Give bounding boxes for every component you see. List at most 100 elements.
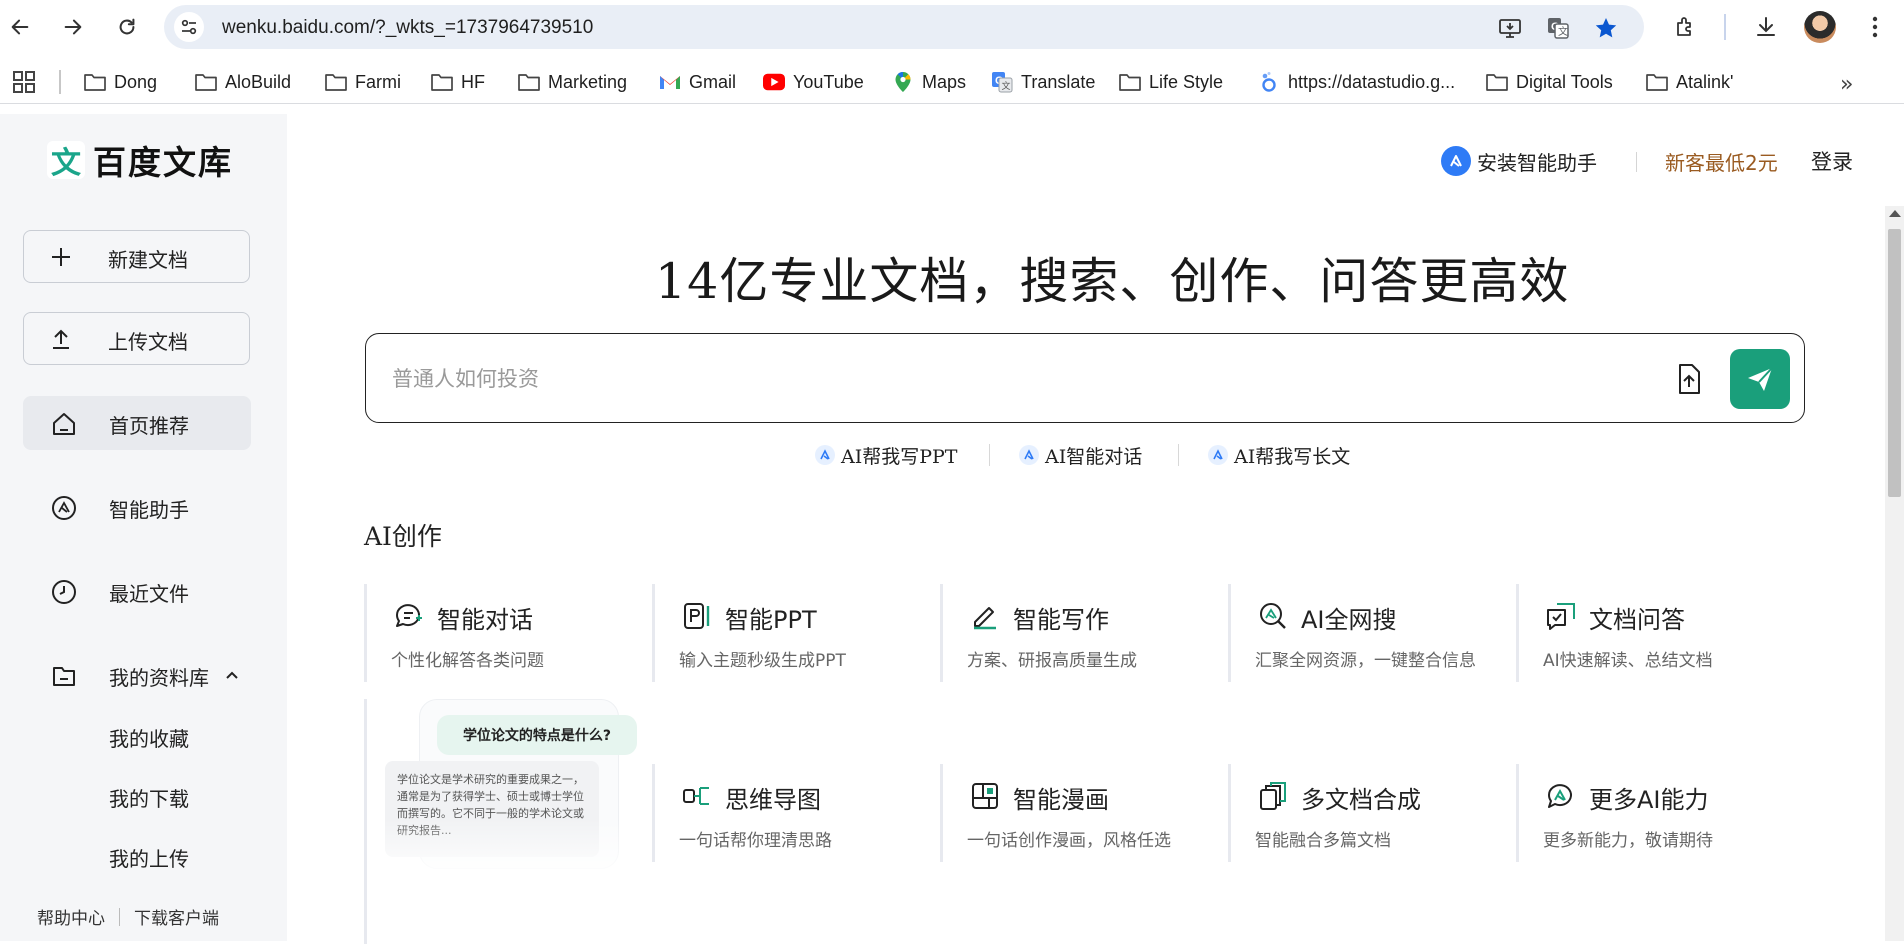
url-text[interactable]: wenku.baidu.com/?_wkts_=1737964739510 [222,17,593,39]
ai-card-title: 智能PPT [725,606,817,634]
help-center-link[interactable]: 帮助中心 [37,904,105,929]
youtube-icon [763,72,785,92]
sidebar-subitem-downloads[interactable]: 我的下载 [109,783,189,812]
install-assistant-label: 安装智能助手 [1477,150,1597,175]
ai-logo-icon [1208,445,1228,465]
ai-card-title: 更多AI能力 [1589,786,1709,814]
multi-doc-icon [1257,780,1289,812]
scrollbar-thumb[interactable] [1888,229,1901,497]
bookmarks-bar: Dong AloBuild Farmi HF Marketing Gmail YouTube… [0,60,1904,104]
download-client-link[interactable]: 下载客户端 [134,904,219,929]
bookmark-item[interactable]: Dong [84,69,157,95]
quick-action-separator [1178,444,1179,466]
sidebar-item-library[interactable]: 我的资料库 [23,648,251,702]
upload-file-icon[interactable] [1672,362,1706,396]
sidebar-item-label: 最近文件 [109,582,189,606]
back-button[interactable] [5,12,35,42]
ai-card-web-search[interactable]: AI全网搜 汇聚全网资源，一键整合信息 [1228,584,1513,682]
site-info-button[interactable] [174,12,204,42]
sidebar-subitem-uploads[interactable]: 我的上传 [109,843,189,872]
bookmark-item[interactable]: Life Style [1119,69,1223,95]
quick-action-button[interactable]: AI帮我写长文 [1208,438,1350,472]
install-app-icon[interactable] [1498,16,1522,40]
more-bookmarks-button[interactable]: » [1840,72,1853,97]
hero-title: 14亿专业文档，搜索、创作、问答更高效 [655,253,1570,310]
folder-icon [1486,72,1508,92]
bookmark-item[interactable]: Gmail [659,69,736,95]
search-input[interactable] [392,362,1592,396]
bookmark-label: Life Style [1149,71,1224,92]
page-scrollbar[interactable] [1885,206,1904,941]
forward-button[interactable] [58,12,88,42]
ai-card-multi-doc[interactable]: 多文档合成 智能融合多篇文档 [1228,764,1513,862]
bookmark-item[interactable]: YouTube [763,69,864,95]
bookmark-label: Atalink' [1676,71,1734,92]
bookmark-item[interactable]: Marketing [518,69,627,95]
bookmark-item[interactable]: Maps [892,69,966,95]
profile-avatar[interactable] [1804,11,1836,43]
quick-action-button[interactable]: AI智能对话 [1019,438,1142,472]
ai-card-ppt[interactable]: 智能PPT 输入主题秒级生成PPT [652,584,937,682]
bookmark-item[interactable]: AloBuild [195,69,291,95]
web-search-icon [1257,600,1289,632]
ai-logo-icon [1019,445,1039,465]
apps-grid-icon[interactable] [12,70,36,94]
sidebar-item-assistant[interactable]: 智能助手 [23,480,251,534]
datastudio-icon [1258,72,1280,92]
quick-action-label: AI帮我写PPT [841,445,958,468]
quick-action-button[interactable]: AI帮我写PPT [815,438,957,472]
svg-text:文: 文 [1558,25,1568,38]
sidebar-item-home[interactable]: 首页推荐 [23,396,251,450]
quick-action-label: AI智能对话 [1045,445,1143,468]
ai-card-comic[interactable]: 智能漫画 一句话创作漫画，风格任选 [940,764,1225,862]
wenku-logo-mark: 文 [47,141,85,181]
ai-assistant-logo-icon [1441,146,1471,176]
folder-icon [325,72,347,92]
browser-menu-icon[interactable] [1860,12,1890,42]
ai-card-doc-qa[interactable]: 文档问答 AI快速解读、总结文档 [1516,584,1801,682]
bookmark-star-icon[interactable] [1594,16,1618,40]
maps-icon [892,72,914,92]
comic-icon [969,780,1001,812]
downloads-icon[interactable] [1751,12,1781,42]
new-document-button[interactable]: 新建文档 [23,230,250,283]
ai-card-pen[interactable]: 智能写作 方案、研报高质量生成 [940,584,1225,682]
sidebar-item-recent[interactable]: 最近文件 [23,564,251,618]
new-customer-promo-link[interactable]: 新客最低2元 [1665,144,1778,178]
bookmark-item[interactable]: Atalink' [1646,69,1733,95]
bookmark-item[interactable]: https://datastudio.g... [1258,69,1455,95]
plus-icon [52,248,70,266]
upload-document-button[interactable]: 上传文档 [23,312,250,365]
address-bar[interactable]: wenku.baidu.com/?_wkts_=1737964739510 G文 [164,5,1644,49]
back-arrow-icon [11,19,29,35]
ai-card-more-ai[interactable]: 更多AI能力 更多新能力，敬请期待 [1516,764,1801,862]
wenku-logo-text: 百度文库 [93,143,233,182]
sidebar-subitem-favorites[interactable]: 我的收藏 [109,723,189,752]
preview-fade [367,819,649,879]
login-button[interactable]: 登录 [1811,144,1853,178]
ai-card-title: 智能写作 [1013,606,1109,634]
bookmark-item[interactable]: Farmi [325,69,401,95]
browser-toolbar: wenku.baidu.com/?_wkts_=1737964739510 G文 [0,0,1904,54]
bookmark-label: Marketing [548,71,628,92]
bookmark-item[interactable]: HF [431,69,485,95]
ai-card-chat[interactable]: 智能对话 个性化解答各类问题 [364,584,649,682]
send-button[interactable] [1730,349,1790,409]
bookmark-item[interactable]: G文 Translate [991,69,1095,95]
folder-icon [1646,72,1668,92]
reload-button[interactable] [112,12,142,42]
install-assistant-button[interactable]: 安装智能助手 [1441,144,1597,178]
extensions-icon[interactable] [1671,12,1701,42]
ai-card-mindmap[interactable]: 思维导图 一句话帮你理清思路 [652,764,937,862]
ai-card-title: 文档问答 [1589,606,1685,634]
bookmark-item[interactable]: Digital Tools [1486,69,1613,95]
baidu-wenku-logo[interactable]: 文 百度文库 [47,136,233,184]
sidebar-item-label: 智能助手 [109,498,189,522]
chevron-up-icon[interactable] [223,666,241,684]
ai-card-subtitle: 汇聚全网资源，一键整合信息 [1255,651,1476,671]
doc-qa-icon [1545,600,1577,632]
scroll-up-arrow-icon[interactable] [1889,210,1901,217]
bookmark-label: https://datastudio.g... [1288,71,1456,92]
bookmarks-divider [59,70,61,94]
google-translate-page-icon[interactable]: G文 [1546,16,1570,40]
